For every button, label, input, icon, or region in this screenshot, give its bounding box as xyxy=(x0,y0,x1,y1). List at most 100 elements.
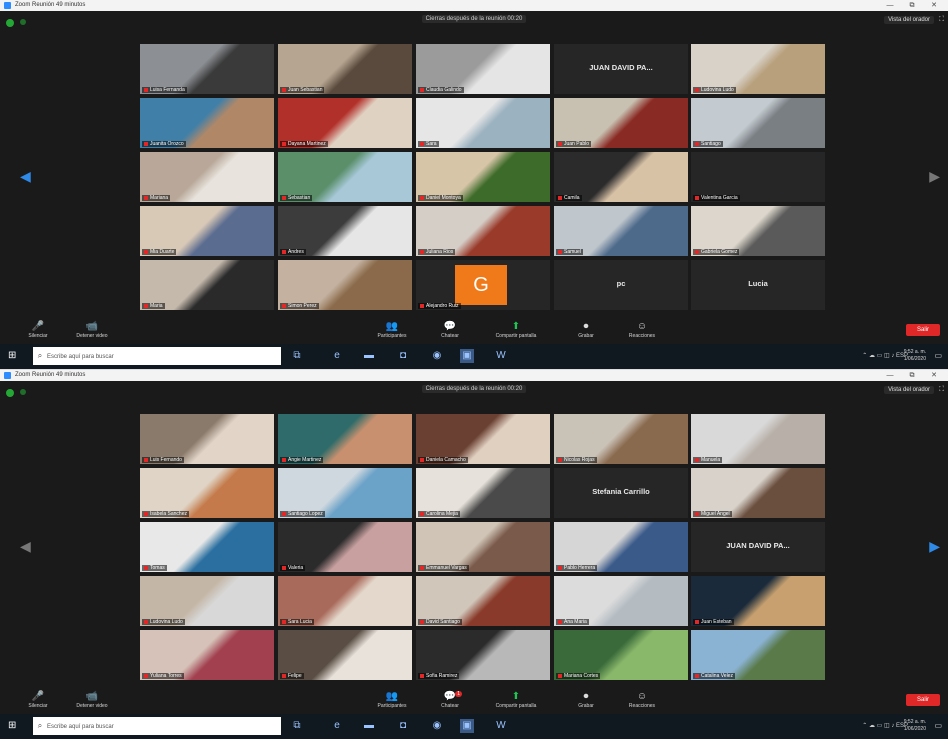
store-icon[interactable]: ◘ xyxy=(396,719,410,733)
participant-tile[interactable]: Valentina Garcia xyxy=(691,152,825,202)
maximize-button[interactable]: ⧉ xyxy=(902,0,922,11)
participant-tile[interactable]: Daniel Montoya xyxy=(416,152,550,202)
participant-tile[interactable]: Isabela Sanchez xyxy=(140,468,274,518)
edge-browser-icon[interactable]: e xyxy=(330,349,344,363)
reactions-button[interactable]: ☺ Reacciones xyxy=(612,321,672,339)
participant-tile[interactable]: Santiago Lopez xyxy=(278,468,412,518)
participant-tile[interactable]: JUAN DAVID PA... xyxy=(691,522,825,572)
participant-tile[interactable]: Tomas xyxy=(140,522,274,572)
speaker-view-button[interactable]: Vista del orador xyxy=(884,386,934,394)
participant-tile[interactable]: Pablo Herrera xyxy=(554,522,688,572)
leave-meeting-button[interactable]: Salir xyxy=(906,694,940,706)
participant-tile[interactable]: Angie Martinez xyxy=(278,414,412,464)
participant-tile[interactable]: Ludovina Ludo xyxy=(140,576,274,626)
participant-tile[interactable]: Lucia xyxy=(691,260,825,310)
participants-button[interactable]: 👥 Participantes xyxy=(362,321,422,339)
participant-tile[interactable]: Carolina Mejia xyxy=(416,468,550,518)
next-page-arrow-icon[interactable]: ▶ xyxy=(929,538,940,555)
edge-browser-icon[interactable]: e xyxy=(330,719,344,733)
taskbar-search-box[interactable]: ⌕ Escribe aquí para buscar xyxy=(33,347,281,365)
word-icon[interactable]: W xyxy=(494,719,508,733)
taskbar-clock[interactable]: 9:52 a. m. 1/06/2020 xyxy=(904,349,926,363)
participant-tile[interactable]: Mariana Cortes xyxy=(554,630,688,680)
zoom-taskbar-icon[interactable]: ▣ xyxy=(460,719,474,733)
participant-tile[interactable]: Emmanuel Vargas xyxy=(416,522,550,572)
zoom-taskbar-icon[interactable]: ▣ xyxy=(460,349,474,363)
participant-tile[interactable]: Gabriela Gomez xyxy=(691,206,825,256)
close-button[interactable]: ✕ xyxy=(924,0,944,11)
file-explorer-icon[interactable]: ▬ xyxy=(362,349,376,363)
participant-tile[interactable]: Sofia Ramirez xyxy=(416,630,550,680)
record-button[interactable]: ⏺ Grabar xyxy=(556,321,616,339)
minimize-button[interactable]: — xyxy=(880,0,900,11)
record-button[interactable]: ⏺ Grabar xyxy=(556,691,616,709)
speaker-view-button[interactable]: Vista del orador xyxy=(884,16,934,24)
mute-button[interactable]: 🎤 Silenciar xyxy=(8,691,68,709)
participant-tile[interactable]: Catalina Velez xyxy=(691,630,825,680)
maximize-button[interactable]: ⧉ xyxy=(902,370,922,381)
participant-tile[interactable]: David Santiago xyxy=(416,576,550,626)
fullscreen-icon[interactable]: ⛶ xyxy=(939,16,944,24)
chat-button[interactable]: 💬 Chatear xyxy=(420,321,480,339)
mute-button[interactable]: 🎤 Silenciar xyxy=(8,321,68,339)
participant-tile[interactable]: pc xyxy=(554,260,688,310)
participant-tile[interactable]: Juanita Orozco xyxy=(140,98,274,148)
participant-tile[interactable]: Ludovina Ludo xyxy=(691,44,825,94)
participant-tile[interactable]: Mariana xyxy=(140,152,274,202)
share-screen-button[interactable]: ⬆ Compartir pantalla xyxy=(486,321,546,339)
task-view-icon[interactable]: ⧉ xyxy=(290,349,304,363)
participant-tile[interactable]: Sara xyxy=(416,98,550,148)
participant-tile[interactable]: Luis Fernando xyxy=(140,414,274,464)
participants-button[interactable]: 👥 Participantes xyxy=(362,691,422,709)
participant-tile[interactable]: Camila xyxy=(554,152,688,202)
chrome-icon[interactable]: ◉ xyxy=(430,719,444,733)
store-icon[interactable]: ◘ xyxy=(396,349,410,363)
notifications-icon[interactable]: ▭ xyxy=(934,721,942,730)
participant-tile[interactable]: Juliana Rios xyxy=(416,206,550,256)
participant-tile[interactable]: Juan Pablo xyxy=(554,98,688,148)
fullscreen-icon[interactable]: ⛶ xyxy=(939,386,944,394)
chat-button[interactable]: 💬 Chatear 1 xyxy=(420,691,480,709)
participant-tile[interactable]: Juan Sebastian xyxy=(278,44,412,94)
taskbar-clock[interactable]: 9:52 a. m. 1/06/2020 xyxy=(904,719,926,733)
participant-tile[interactable]: Claudia Galindo xyxy=(416,44,550,94)
stop-video-button[interactable]: 📹 Detener video xyxy=(62,691,122,709)
participant-tile[interactable]: Ana Maria xyxy=(554,576,688,626)
participant-tile[interactable]: Andres xyxy=(278,206,412,256)
next-page-arrow-icon[interactable]: ▶ xyxy=(929,168,940,185)
windows-start-icon[interactable]: ⊞ xyxy=(8,351,18,361)
notifications-icon[interactable]: ▭ xyxy=(934,351,942,360)
participant-tile[interactable]: Luisa Fernanda xyxy=(140,44,274,94)
participant-tile[interactable]: Yuliana Torres xyxy=(140,630,274,680)
participant-tile[interactable]: Nicolas Rojas xyxy=(554,414,688,464)
minimize-button[interactable]: — xyxy=(880,370,900,381)
windows-start-icon[interactable]: ⊞ xyxy=(8,721,18,731)
participant-tile[interactable]: Felipe xyxy=(278,630,412,680)
participant-tile[interactable]: Miguel Angel xyxy=(691,468,825,518)
share-screen-button[interactable]: ⬆ Compartir pantalla xyxy=(486,691,546,709)
participant-tile[interactable]: G Alejandro Ruiz xyxy=(416,260,550,310)
participant-tile[interactable]: Mia Duarte xyxy=(140,206,274,256)
leave-meeting-button[interactable]: Salir xyxy=(906,324,940,336)
participant-tile[interactable]: Samuel xyxy=(554,206,688,256)
close-button[interactable]: ✕ xyxy=(924,370,944,381)
participant-tile[interactable]: Maria xyxy=(140,260,274,310)
reactions-button[interactable]: ☺ Reacciones xyxy=(612,691,672,709)
word-icon[interactable]: W xyxy=(494,349,508,363)
file-explorer-icon[interactable]: ▬ xyxy=(362,719,376,733)
stop-video-button[interactable]: 📹 Detener video xyxy=(62,321,122,339)
taskbar-search-box[interactable]: ⌕ Escribe aquí para buscar xyxy=(33,717,281,735)
participant-tile[interactable]: Stefania Carrillo xyxy=(554,468,688,518)
participant-tile[interactable]: Sara Lucia xyxy=(278,576,412,626)
previous-page-arrow-icon[interactable]: ◀ xyxy=(20,538,31,555)
participant-tile[interactable]: Valeria xyxy=(278,522,412,572)
participant-tile[interactable]: Simon Perez xyxy=(278,260,412,310)
chrome-icon[interactable]: ◉ xyxy=(430,349,444,363)
participant-tile[interactable]: Daniela Camacho xyxy=(416,414,550,464)
participant-tile[interactable]: Juan Esteban xyxy=(691,576,825,626)
task-view-icon[interactable]: ⧉ xyxy=(290,719,304,733)
participant-tile[interactable]: Santiago xyxy=(691,98,825,148)
participant-tile[interactable]: JUAN DAVID PA... xyxy=(554,44,688,94)
participant-tile[interactable]: Dayana Martinez xyxy=(278,98,412,148)
participant-tile[interactable]: Sebastian xyxy=(278,152,412,202)
